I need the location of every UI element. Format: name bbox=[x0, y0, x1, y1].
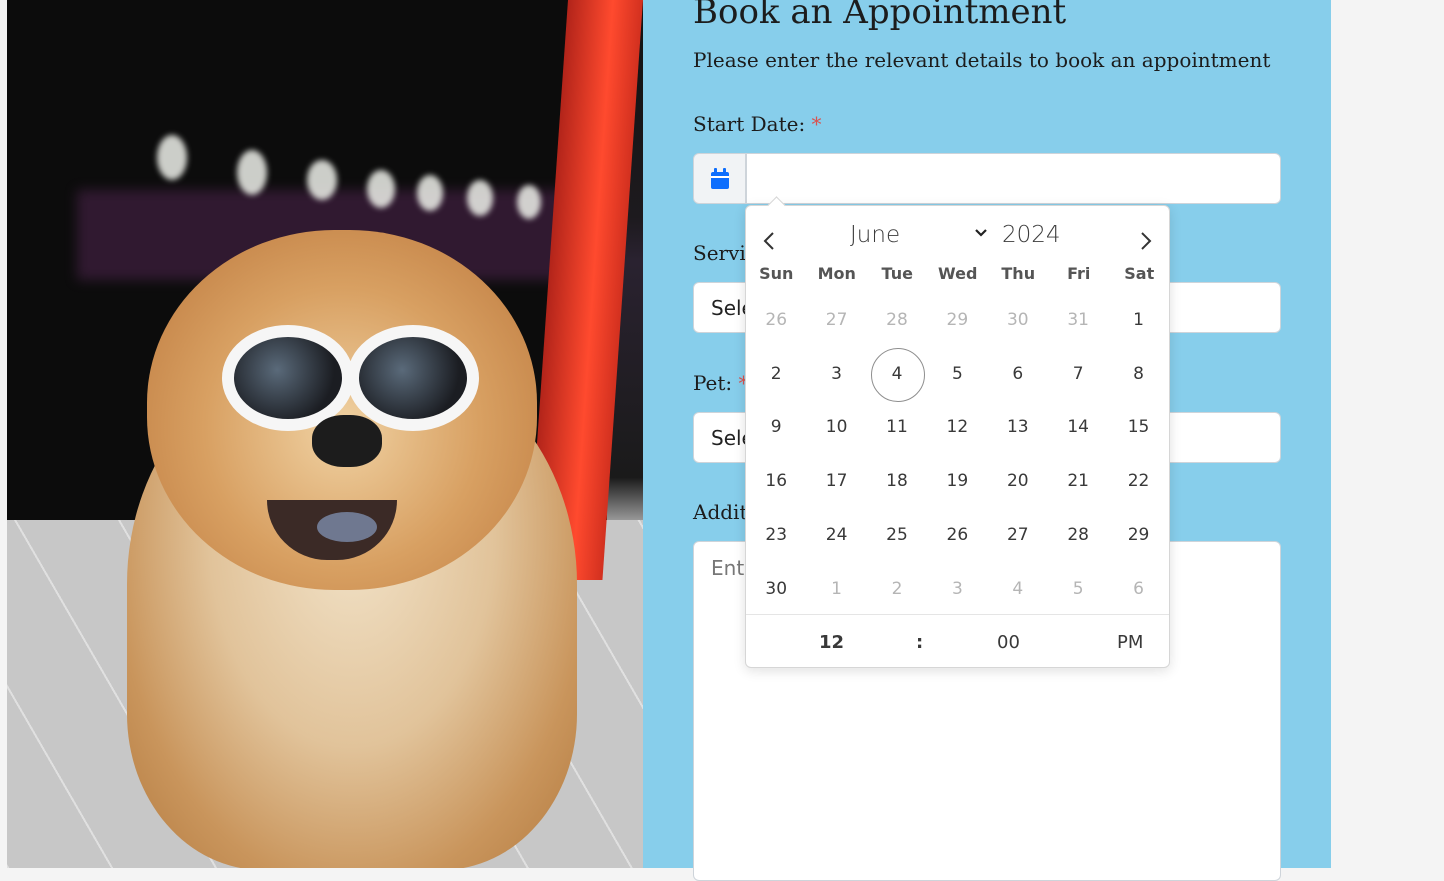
page-subtitle: Please enter the relevant details to boo… bbox=[693, 48, 1271, 72]
day-cell[interactable]: 7 bbox=[1048, 347, 1108, 401]
day-grid: 26 27 28 29 30 31 1 2 3 4 5 6 7 8 9 10 11 12 13 14 15 16 17 18 1… bbox=[746, 293, 1169, 616]
bokeh-light bbox=[237, 150, 267, 195]
day-cell[interactable]: 22 bbox=[1108, 454, 1168, 508]
next-month-button[interactable] bbox=[1131, 226, 1161, 256]
dog-tongue bbox=[317, 512, 377, 542]
day-cell[interactable]: 23 bbox=[746, 508, 806, 562]
bokeh-light bbox=[157, 135, 187, 180]
day-cell-other-month[interactable]: 2 bbox=[867, 562, 927, 616]
day-cell[interactable]: 27 bbox=[988, 508, 1048, 562]
time-separator: : bbox=[916, 632, 924, 653]
day-cell-other-month[interactable]: 30 bbox=[988, 293, 1048, 347]
hour-input[interactable]: 12 bbox=[819, 632, 844, 653]
year-input[interactable]: 2024 bbox=[1002, 222, 1061, 248]
calendar-button[interactable] bbox=[693, 153, 746, 204]
required-mark: * bbox=[811, 112, 822, 136]
chevron-right-icon bbox=[1141, 232, 1152, 250]
bokeh-light bbox=[417, 175, 443, 211]
start-date-label-text: Start Date: bbox=[693, 112, 806, 136]
dog bbox=[127, 230, 577, 868]
weekday-label: Fri bbox=[1067, 264, 1091, 283]
bokeh-light bbox=[467, 180, 493, 216]
day-cell[interactable]: 12 bbox=[927, 401, 987, 455]
additional-info-label: Addit bbox=[693, 500, 748, 524]
calendar-icon bbox=[710, 167, 729, 189]
day-cell[interactable]: 28 bbox=[1048, 508, 1108, 562]
time-picker: 12 : 00 PM bbox=[746, 614, 1169, 668]
day-cell[interactable]: 3 bbox=[806, 347, 866, 401]
day-cell[interactable]: 21 bbox=[1048, 454, 1108, 508]
weekday-label: Sun bbox=[759, 264, 794, 283]
sunglasses-right bbox=[347, 325, 479, 431]
bokeh-light bbox=[307, 160, 337, 200]
day-cell[interactable]: 18 bbox=[867, 454, 927, 508]
day-cell[interactable]: 1 bbox=[1108, 293, 1168, 347]
day-cell[interactable]: 24 bbox=[806, 508, 866, 562]
day-cell[interactable]: 30 bbox=[746, 562, 806, 616]
day-cell[interactable]: 13 bbox=[988, 401, 1048, 455]
weekday-label: Sat bbox=[1124, 264, 1155, 283]
pet-label: Pet: * bbox=[693, 371, 749, 395]
pet-label-text: Pet: bbox=[693, 371, 733, 395]
month-select[interactable]: June bbox=[850, 222, 900, 248]
weekday-header: Sun Mon Tue Wed Thu Fri Sat bbox=[746, 264, 1169, 283]
day-cell-other-month[interactable]: 28 bbox=[867, 293, 927, 347]
start-date-input[interactable] bbox=[746, 153, 1281, 204]
page-margin bbox=[1331, 0, 1444, 868]
minute-input[interactable]: 00 bbox=[997, 632, 1020, 653]
day-cell[interactable]: 11 bbox=[867, 401, 927, 455]
day-cell[interactable]: 19 bbox=[927, 454, 987, 508]
day-cell-other-month[interactable]: 5 bbox=[1048, 562, 1108, 616]
service-label: Servi bbox=[693, 241, 746, 265]
page-title: Book an Appointment bbox=[693, 0, 1067, 32]
hero-photo bbox=[7, 0, 643, 868]
day-cell[interactable]: 29 bbox=[1108, 508, 1168, 562]
day-cell-other-month[interactable]: 1 bbox=[806, 562, 866, 616]
day-cell-other-month[interactable]: 26 bbox=[746, 293, 806, 347]
weekday-label: Thu bbox=[1001, 264, 1036, 283]
day-cell[interactable]: 10 bbox=[806, 401, 866, 455]
day-cell[interactable]: 15 bbox=[1108, 401, 1168, 455]
chevron-down-icon[interactable] bbox=[974, 228, 988, 238]
day-cell[interactable]: 6 bbox=[988, 347, 1048, 401]
weekday-label: Mon bbox=[817, 264, 856, 283]
day-cell-other-month[interactable]: 6 bbox=[1108, 562, 1168, 616]
day-cell[interactable]: 20 bbox=[988, 454, 1048, 508]
ampm-toggle[interactable]: PM bbox=[1117, 632, 1143, 653]
weekday-label: Tue bbox=[881, 264, 913, 283]
day-cell-other-month[interactable]: 29 bbox=[927, 293, 987, 347]
bokeh-light bbox=[517, 185, 541, 219]
start-date-group bbox=[693, 153, 1281, 204]
bokeh-light bbox=[367, 170, 395, 208]
day-cell-other-month[interactable]: 27 bbox=[806, 293, 866, 347]
day-cell[interactable]: 26 bbox=[927, 508, 987, 562]
day-cell[interactable]: 25 bbox=[867, 508, 927, 562]
start-date-label: Start Date: * bbox=[693, 112, 822, 136]
day-cell[interactable]: 5 bbox=[927, 347, 987, 401]
day-cell-other-month[interactable]: 3 bbox=[927, 562, 987, 616]
datepicker-popup: June 2024 Sun Mon Tue Wed Thu Fri Sat 26… bbox=[745, 205, 1170, 668]
day-cell-today[interactable]: 4 bbox=[867, 347, 927, 402]
weekday-label: Wed bbox=[938, 264, 978, 283]
day-cell[interactable]: 14 bbox=[1048, 401, 1108, 455]
dog-nose bbox=[312, 415, 382, 467]
day-cell-other-month[interactable]: 4 bbox=[988, 562, 1048, 616]
prev-month-button[interactable] bbox=[754, 226, 784, 256]
day-cell[interactable]: 8 bbox=[1108, 347, 1168, 401]
day-cell[interactable]: 2 bbox=[746, 347, 806, 401]
day-cell[interactable]: 9 bbox=[746, 401, 806, 455]
day-cell[interactable]: 16 bbox=[746, 454, 806, 508]
day-cell-other-month[interactable]: 31 bbox=[1048, 293, 1108, 347]
chevron-left-icon bbox=[763, 232, 774, 250]
day-cell[interactable]: 17 bbox=[806, 454, 866, 508]
